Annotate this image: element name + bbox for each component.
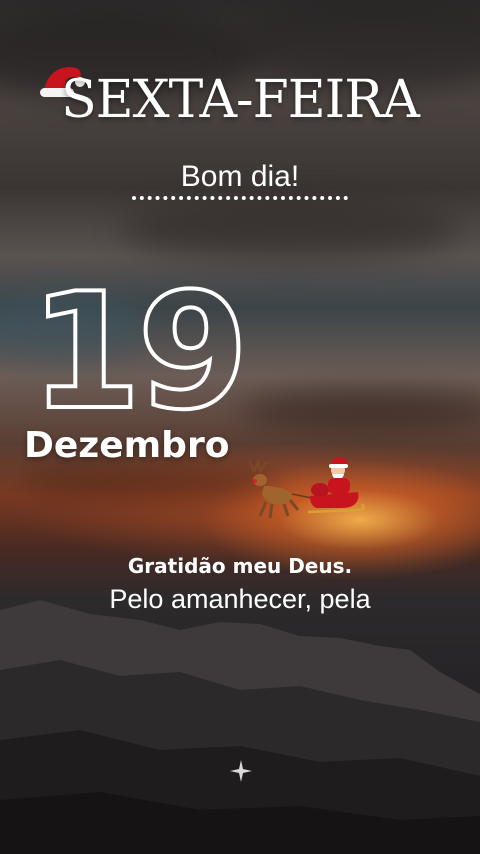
greeting-text: Bom dia! (180, 160, 300, 193)
sparkle-icon (230, 760, 252, 782)
cloud (120, 200, 460, 260)
weekday-header: SEXTA-FEIRA (0, 70, 480, 130)
gratitude-headline: Gratidão meu Deus. (127, 554, 353, 578)
dotted-divider (132, 196, 348, 204)
day-number: 19 (28, 258, 251, 445)
story-canvas: SEXTA-FEIRA Bom dia! 19 Dezembro Gratidã… (0, 0, 480, 854)
cloud (20, 470, 280, 500)
mountain-silhouette (0, 600, 480, 854)
gratitude-body: Pelo amanhecer, pela (109, 584, 371, 614)
month-name: Dezembro (24, 425, 230, 466)
santa-sleigh-icon (249, 457, 365, 519)
weekday-title: SEXTA-FEIRA (61, 70, 420, 130)
